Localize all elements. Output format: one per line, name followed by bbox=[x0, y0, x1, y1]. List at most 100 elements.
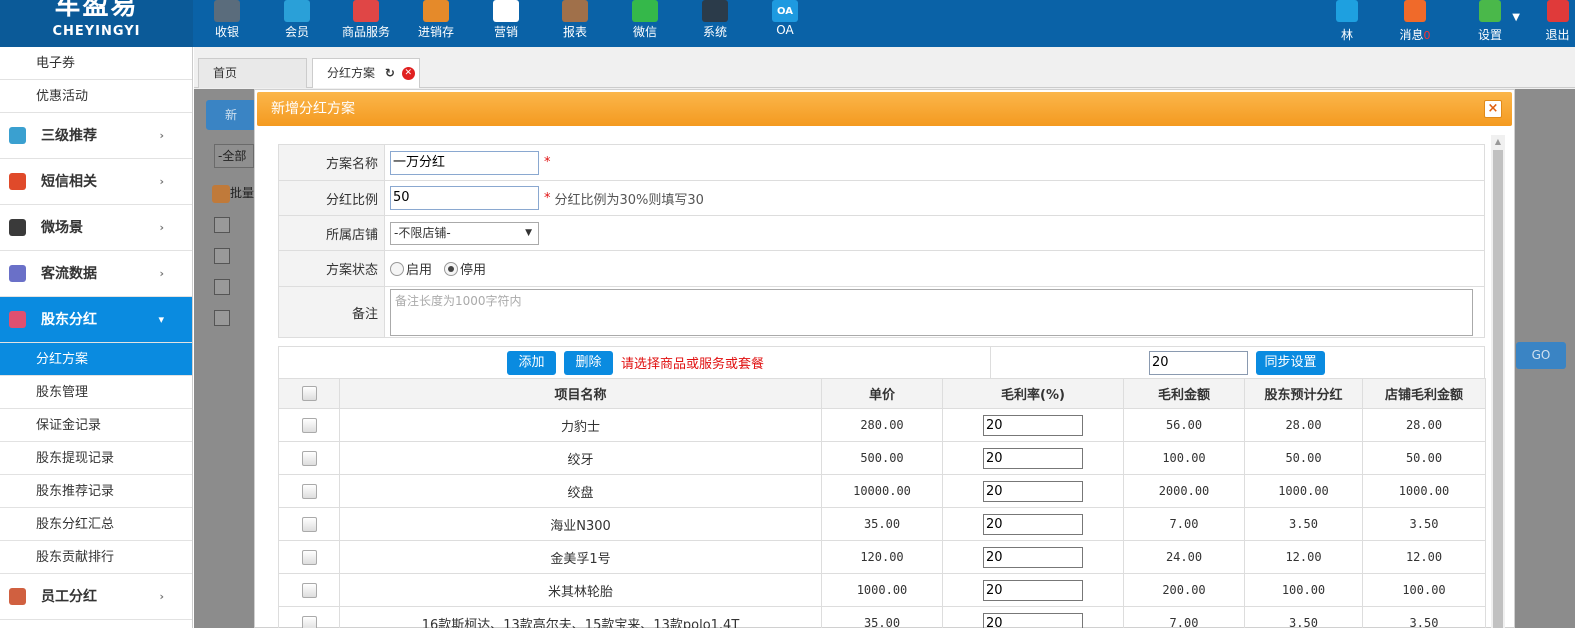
required-mark: * bbox=[544, 190, 551, 206]
form-row-remark: 备注 备注长度为1000字符内 bbox=[279, 287, 1484, 337]
traffic-data-icon bbox=[9, 265, 26, 282]
tab-home[interactable]: 首页 bbox=[198, 58, 307, 88]
row-checkbox[interactable] bbox=[301, 417, 317, 433]
phone-icon bbox=[9, 173, 26, 190]
topnav-item[interactable]: 会员 bbox=[262, 0, 332, 47]
topnav-item[interactable]: 营销 bbox=[471, 0, 541, 47]
oa-icon: OA bbox=[772, 0, 798, 22]
topnav-item[interactable]: 进销存 bbox=[401, 0, 471, 47]
topnav-item[interactable]: OA OA bbox=[750, 0, 820, 47]
sync-settings-button[interactable]: 同步设置 bbox=[1256, 351, 1325, 375]
topnav-item[interactable]: 系统 bbox=[680, 0, 750, 47]
sidebar-subitem[interactable]: 股东分红汇总 bbox=[0, 508, 192, 541]
cell-margin-amount: 7.00 bbox=[1123, 507, 1245, 541]
close-tab-icon[interactable]: ✕ bbox=[401, 67, 415, 80]
col-margin-rate: 毛利率(%) bbox=[942, 378, 1124, 409]
sidebar-subitem[interactable]: 分红方案 bbox=[0, 343, 192, 376]
sidebar-group[interactable]: 三级推荐 › bbox=[0, 113, 192, 159]
select-items-tip: 请选择商品或服务或套餐 bbox=[621, 357, 765, 372]
row-select-cell bbox=[278, 507, 340, 541]
sidebar-group[interactable]: 微场景 › bbox=[0, 205, 192, 251]
sidebar-group-label: 员工分红 bbox=[41, 589, 97, 605]
cell-holder-dividend: 28.00 bbox=[1244, 408, 1363, 442]
sidebar-group[interactable]: 股东分红 ▾ bbox=[0, 297, 192, 343]
bg-filter-select: -全部 bbox=[214, 144, 254, 168]
user-menu[interactable]: 林 bbox=[1332, 0, 1362, 47]
messages-label: 消息 bbox=[1399, 28, 1424, 42]
sidebar-subitem[interactable]: 股东提现记录 bbox=[0, 442, 192, 475]
sidebar-subitem[interactable]: 电子券 bbox=[0, 47, 192, 80]
sidebar-subitem[interactable]: 股东推荐记录 bbox=[0, 475, 192, 508]
cell-margin-rate: 20 bbox=[942, 507, 1124, 541]
logout-button[interactable]: 退出 bbox=[1540, 0, 1575, 47]
margin-rate-input[interactable]: 20 bbox=[983, 414, 1083, 436]
sidebar-subitem[interactable]: 优惠活动 bbox=[0, 80, 192, 113]
delete-button[interactable]: 删除 bbox=[564, 351, 613, 375]
cell-store-margin: 1000.00 bbox=[1362, 474, 1486, 508]
row-checkbox[interactable] bbox=[301, 549, 317, 565]
ratio-input[interactable]: 50 bbox=[390, 186, 539, 210]
cell-unit-price: 120.00 bbox=[821, 540, 943, 574]
select-all-checkbox[interactable] bbox=[301, 386, 317, 401]
topnav-item[interactable]: 收银 bbox=[192, 0, 262, 47]
cell-margin-amount: 100.00 bbox=[1123, 441, 1245, 475]
gear-icon bbox=[1479, 0, 1501, 22]
topnav-item[interactable]: 报表 bbox=[540, 0, 610, 47]
add-button[interactable]: 添加 bbox=[507, 351, 556, 375]
status-disable-radio[interactable] bbox=[444, 261, 459, 276]
plan-name-input[interactable]: 一万分红 bbox=[390, 150, 539, 175]
margin-rate-input[interactable]: 20 bbox=[983, 579, 1083, 601]
scroll-thumb[interactable] bbox=[1493, 150, 1503, 628]
sidebar-group[interactable]: 员工分红 › bbox=[0, 574, 192, 620]
sidebar-subitem[interactable]: 保证金记录 bbox=[0, 409, 192, 442]
row-checkbox[interactable] bbox=[301, 450, 317, 466]
cell-unit-price: 35.00 bbox=[821, 507, 943, 541]
goods-service-icon bbox=[353, 0, 379, 22]
bg-go-button: GO bbox=[1516, 342, 1566, 369]
table-row: 16款斯柯达、13款高尔夫、15款宝来、13款polo1.4T 35.00 20 7.… bbox=[278, 606, 1486, 628]
topnav-label: 会员 bbox=[284, 25, 309, 39]
row-checkbox[interactable] bbox=[301, 483, 317, 499]
row-select-cell bbox=[278, 606, 340, 628]
settings-button[interactable]: 设置 ▼ bbox=[1468, 0, 1520, 47]
scroll-up-arrow[interactable]: ▲ bbox=[1491, 135, 1505, 149]
sidebar: 电子券 优惠活动 三级推荐 › 短信相关 › 微场景 › 客流数据 › 股东分红 ▾ 分红方案 股东管理保… bbox=[0, 47, 193, 628]
cell-item-name: 金美孚1号 bbox=[339, 540, 822, 574]
topnav-item[interactable]: 微信 bbox=[610, 0, 680, 47]
cell-store-margin: 3.50 bbox=[1362, 507, 1486, 541]
tab-dividend-plan[interactable]: 分红方案 ↻ ✕ bbox=[312, 58, 420, 88]
cell-margin-amount: 56.00 bbox=[1123, 408, 1245, 442]
sidebar-subitem[interactable]: 股东贡献排行 bbox=[0, 541, 192, 574]
app-logo[interactable]: 车盈易 CHEYINGYI bbox=[0, 0, 193, 47]
refresh-icon[interactable]: ↻ bbox=[385, 66, 395, 80]
row-checkbox[interactable] bbox=[301, 582, 317, 598]
margin-rate-input[interactable]: 20 bbox=[983, 480, 1083, 502]
store-select[interactable]: -不限店铺- ▼ bbox=[390, 221, 539, 245]
cell-item-name: 绞牙 bbox=[339, 441, 822, 475]
margin-rate-input[interactable]: 20 bbox=[983, 612, 1083, 628]
col-unit-price: 单价 bbox=[821, 378, 943, 409]
store-select-value: -不限店铺- bbox=[394, 225, 451, 240]
sidebar-subitem[interactable]: 股东管理 bbox=[0, 376, 192, 409]
chevron-right-icon: › bbox=[159, 590, 164, 603]
new-dividend-plan-dialog: 新增分红方案 × ▲ 方案名称 一万分红 * 分红比例 50 * 分红比例为30… bbox=[254, 89, 1515, 628]
margin-rate-input[interactable]: 20 bbox=[983, 546, 1083, 568]
bg-batch-label: 批量 bbox=[230, 186, 255, 200]
row-checkbox[interactable] bbox=[301, 615, 317, 628]
margin-rate-input[interactable]: 20 bbox=[983, 513, 1083, 535]
cell-unit-price: 280.00 bbox=[821, 408, 943, 442]
margin-rate-input[interactable]: 20 bbox=[983, 447, 1083, 469]
sync-rate-input[interactable]: 20 bbox=[1149, 351, 1248, 375]
chevron-right-icon: › bbox=[159, 175, 164, 188]
batch-icon bbox=[212, 184, 230, 203]
topnav-label: 微信 bbox=[632, 25, 657, 39]
remark-textarea[interactable]: 备注长度为1000字符内 bbox=[390, 288, 1473, 336]
dialog-scrollbar[interactable]: ▲ bbox=[1491, 135, 1505, 628]
status-enable-radio[interactable] bbox=[390, 261, 404, 276]
sidebar-group[interactable]: 短信相关 › bbox=[0, 159, 192, 205]
sidebar-group[interactable]: 客流数据 › bbox=[0, 251, 192, 297]
dialog-close-button[interactable]: × bbox=[1484, 100, 1502, 118]
topnav-item[interactable]: 商品服务 bbox=[331, 0, 401, 47]
messages-button[interactable]: 消息0 bbox=[1393, 0, 1437, 47]
row-checkbox[interactable] bbox=[301, 516, 317, 532]
